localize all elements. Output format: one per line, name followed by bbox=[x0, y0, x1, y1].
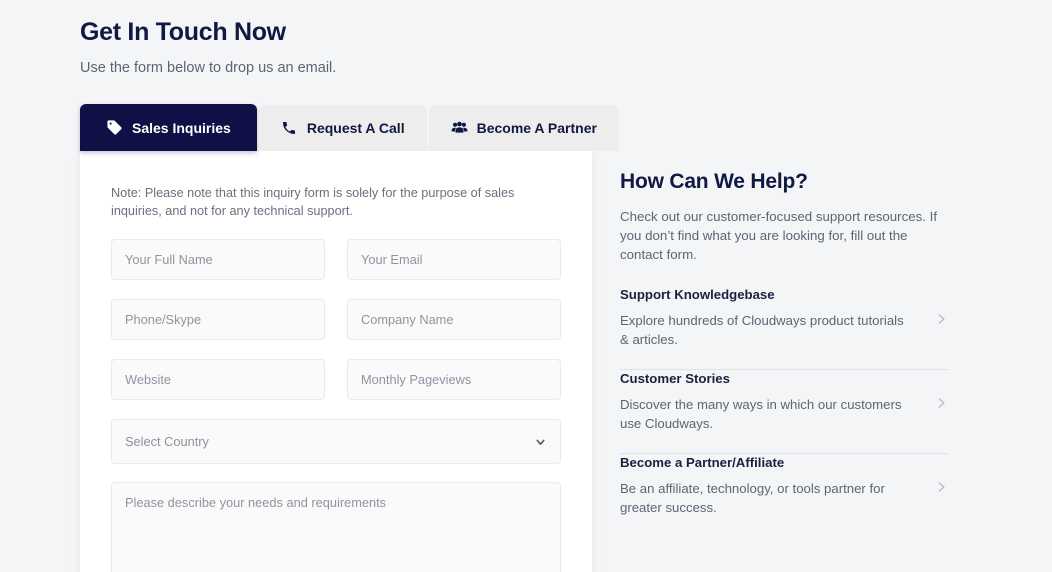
help-item-description: Discover the many ways in which our cust… bbox=[620, 397, 902, 431]
chevron-right-icon bbox=[934, 312, 948, 326]
country-select[interactable]: Select Country bbox=[111, 419, 561, 464]
contact-page: Get In Touch Now Use the form below to d… bbox=[0, 0, 1052, 572]
help-item-title: Support Knowledgebase bbox=[620, 287, 775, 302]
tab-label: Request A Call bbox=[306, 120, 405, 136]
phone-skype-input[interactable] bbox=[111, 299, 325, 340]
users-icon bbox=[451, 120, 468, 137]
phone-icon bbox=[281, 120, 298, 137]
form-note: Note: Please note that this inquiry form… bbox=[111, 186, 515, 218]
page-header: Get In Touch Now Use the form below to d… bbox=[80, 16, 336, 78]
tab-label: Sales Inquiries bbox=[132, 119, 231, 136]
chevron-right-icon bbox=[934, 480, 948, 494]
tab-sales-inquiries[interactable]: Sales Inquiries bbox=[80, 104, 257, 151]
email-input[interactable] bbox=[347, 239, 561, 280]
tab-label: Become A Partner bbox=[476, 120, 597, 136]
tab-request-a-call[interactable]: Request A Call bbox=[258, 105, 427, 151]
help-panel-title: How Can We Help? bbox=[620, 170, 808, 193]
help-item-support-knowledgebase[interactable]: Support Knowledgebase Explore hundreds o… bbox=[620, 286, 950, 349]
tag-icon bbox=[106, 119, 123, 136]
company-name-input[interactable] bbox=[347, 299, 561, 340]
website-input[interactable] bbox=[111, 359, 325, 400]
chevron-right-icon bbox=[934, 396, 948, 410]
page-title: Get In Touch Now bbox=[80, 18, 286, 46]
help-item-become-a-partner-affiliate[interactable]: Become a Partner/Affiliate Be an affilia… bbox=[620, 454, 950, 517]
full-name-input[interactable] bbox=[111, 239, 325, 280]
help-item-description: Explore hundreds of Cloudways product tu… bbox=[620, 313, 904, 347]
form-fields-grid bbox=[111, 239, 561, 400]
help-panel-intro: Check out our customer-focused support r… bbox=[620, 209, 938, 262]
help-item-customer-stories[interactable]: Customer Stories Discover the many ways … bbox=[620, 370, 950, 433]
help-item-title: Customer Stories bbox=[620, 371, 730, 386]
contact-form-card: Note: Please note that this inquiry form… bbox=[80, 151, 592, 572]
tab-become-a-partner[interactable]: Become A Partner bbox=[428, 105, 619, 151]
message-textarea[interactable] bbox=[111, 482, 561, 572]
help-item-title: Become a Partner/Affiliate bbox=[620, 455, 785, 470]
help-panel: How Can We Help? Check out our customer-… bbox=[620, 168, 950, 517]
country-select-wrapper: Select Country bbox=[111, 419, 561, 464]
help-item-description: Be an affiliate, technology, or tools pa… bbox=[620, 481, 885, 515]
monthly-pageviews-input[interactable] bbox=[347, 359, 561, 400]
tab-bar: Sales Inquiries Request A Call Become A … bbox=[80, 104, 619, 151]
page-subtitle: Use the form below to drop us an email. bbox=[80, 60, 337, 76]
help-resource-list: Support Knowledgebase Explore hundreds o… bbox=[620, 286, 950, 517]
